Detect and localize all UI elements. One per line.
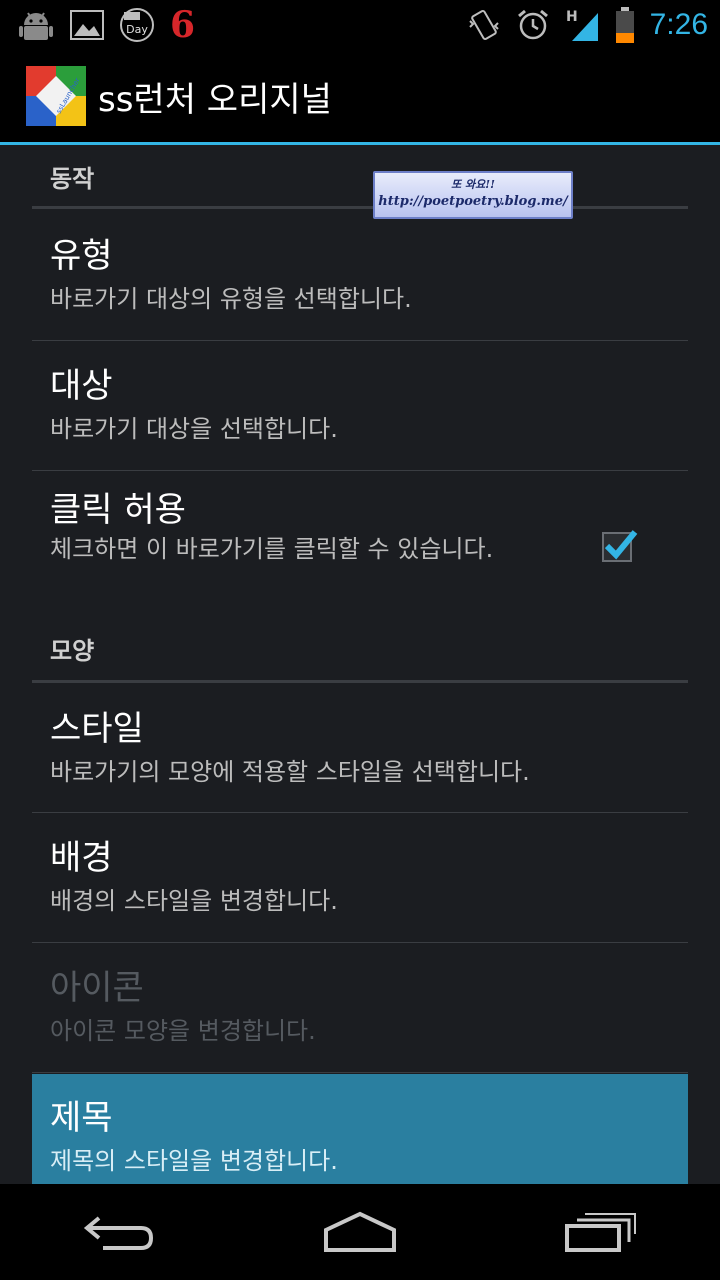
calendar-icon: Day — [118, 6, 156, 44]
pref-title: 배경 — [50, 838, 113, 878]
alarm-icon — [516, 8, 550, 42]
home-button[interactable] — [300, 1197, 420, 1267]
gallery-icon — [70, 10, 104, 40]
pref-title: 스타일 — [50, 709, 144, 749]
network-label: H — [566, 9, 578, 25]
pref-item-type[interactable]: 유형 바로가기 대상의 유형을 선택합니다. — [32, 212, 688, 341]
back-icon — [83, 1216, 154, 1250]
recents-icon — [565, 1213, 636, 1252]
pref-item-title[interactable]: 제목 제목의 스타일을 변경합니다. — [32, 1074, 688, 1184]
pref-summary: 바로가기 대상의 유형을 선택합니다. — [50, 284, 412, 313]
pref-summary: 바로가기 대상을 선택합니다. — [50, 414, 338, 443]
pref-title: 유형 — [50, 236, 113, 276]
pref-title: 클릭 허용 — [50, 490, 186, 530]
pref-item-target[interactable]: 대상 바로가기 대상을 선택합니다. — [32, 342, 688, 471]
status-time: 7:26 — [649, 8, 708, 41]
overlay-line1: 또 와요!! — [451, 178, 495, 191]
battery-icon — [614, 6, 636, 44]
action-bar: ssLauncher ss런처 오리지널 — [0, 50, 720, 145]
status-bar-left: Day 6 — [0, 5, 195, 45]
check-icon — [604, 530, 638, 560]
pref-summary: 아이콘 모양을 변경합니다. — [50, 1016, 316, 1045]
app-title: ss런처 오리지널 — [98, 79, 332, 120]
overlay-line2: http://poetpoetry.blog.me/ — [378, 194, 568, 209]
pref-summary: 배경의 스타일을 변경합니다. — [50, 886, 338, 915]
pref-summary: 제목의 스타일을 변경합니다. — [50, 1146, 338, 1175]
home-icon — [324, 1211, 396, 1252]
pref-summary: 바로가기의 모양에 적용할 스타일을 선택합니다. — [50, 757, 530, 786]
android-icon — [16, 5, 56, 45]
pref-item-allow-click[interactable]: 클릭 허용 체크하면 이 바로가기를 클릭할 수 있습니다. — [32, 472, 688, 612]
back-button[interactable] — [60, 1197, 180, 1267]
pref-title: 제목 — [50, 1098, 113, 1138]
recents-button[interactable] — [540, 1197, 660, 1267]
pref-summary: 체크하면 이 바로가기를 클릭할 수 있습니다. — [50, 534, 494, 563]
signal-icon: H — [564, 7, 600, 43]
pref-item-background[interactable]: 배경 배경의 스타일을 변경합니다. — [32, 814, 688, 943]
notification-number: 6 — [170, 4, 196, 46]
pref-title: 대상 — [50, 366, 113, 406]
section-header-action: 동작 — [32, 159, 688, 209]
status-bar-right: H 7:26 — [466, 6, 720, 44]
preference-list: 동작 유형 바로가기 대상의 유형을 선택합니다. 대상 바로가기 대상을 선택… — [0, 145, 720, 1184]
blog-overlay-badge: 또 와요!! http://poetpoetry.blog.me/ — [373, 171, 573, 219]
allow-click-checkbox[interactable] — [602, 530, 638, 562]
navigation-bar — [0, 1184, 720, 1280]
vibrate-icon — [466, 7, 502, 43]
calendar-label: Day — [126, 23, 148, 36]
pref-title: 아이콘 — [50, 968, 144, 1008]
app-logo-icon[interactable]: ssLauncher — [26, 66, 86, 126]
section-header-appearance: 모양 — [32, 631, 688, 683]
pref-item-style[interactable]: 스타일 바로가기의 모양에 적용할 스타일을 선택합니다. — [32, 685, 688, 813]
pref-item-icon: 아이콘 아이콘 모양을 변경합니다. — [32, 944, 688, 1073]
status-bar: Day 6 H 7:26 — [0, 0, 720, 50]
